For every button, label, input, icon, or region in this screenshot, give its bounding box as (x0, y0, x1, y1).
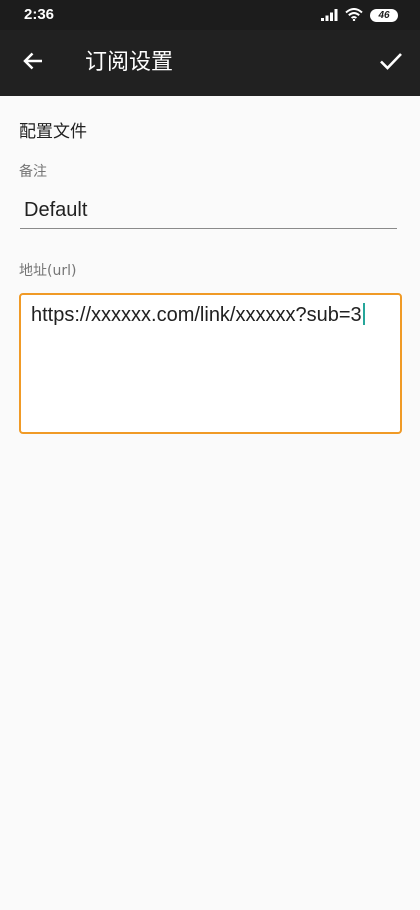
section-title: 配置文件 (19, 122, 87, 142)
toolbar: 订阅设置 (0, 30, 420, 96)
back-button[interactable] (12, 42, 54, 84)
arrow-left-icon (22, 50, 44, 76)
url-label: 地址(url) (19, 263, 77, 279)
status-bar: 2:36 46 (0, 0, 420, 30)
battery-icon: 46 (370, 8, 398, 22)
confirm-button[interactable] (370, 42, 412, 84)
url-input-value: https://xxxxxx.com/link/xxxxxx?sub=3 (31, 304, 362, 326)
wifi-icon (345, 6, 363, 25)
remark-label: 备注 (19, 164, 47, 180)
remark-input[interactable] (20, 193, 397, 229)
cellular-signal-icon (321, 6, 338, 25)
checkmark-icon (379, 51, 403, 75)
url-input[interactable]: https://xxxxxx.com/link/xxxxxx?sub=3 (19, 293, 402, 434)
page-title: 订阅设置 (85, 50, 174, 75)
status-icons: 46 (321, 7, 398, 23)
text-caret (362, 303, 365, 325)
status-time: 2:36 (24, 6, 55, 23)
